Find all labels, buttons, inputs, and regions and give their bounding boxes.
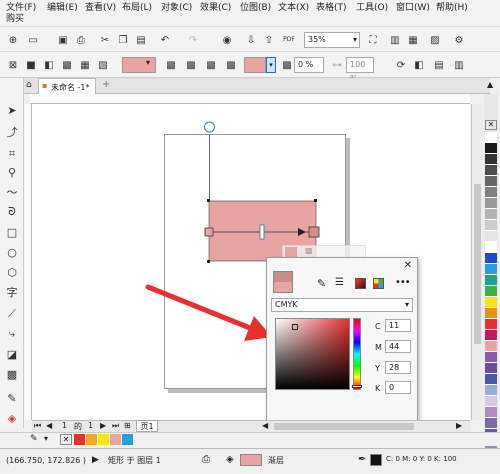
last-page-icon[interactable]: ⏭ [112, 421, 119, 431]
palette-swatch[interactable] [485, 264, 497, 275]
current-page-number: 1 [62, 421, 68, 430]
fill-indicator-swatch[interactable] [240, 454, 262, 466]
yellow-label: Y [375, 364, 380, 373]
black-label: K [375, 384, 381, 393]
document-palette-swatch[interactable] [74, 434, 85, 445]
palette-swatch[interactable] [485, 374, 497, 385]
first-page-icon[interactable]: ⏮ [34, 421, 41, 431]
status-bar: (166.750, 172.826 ) ▶ 矩形 于 图层 1 ⎙ ◈ 渐层 ✒… [0, 448, 500, 474]
color-picker-popup: ✕ ✎ ☰ ••• CMYK ▾ C 11 M 44 Y 28 K 0 [266, 257, 418, 423]
color-field[interactable] [275, 318, 350, 390]
palette-swatch[interactable] [485, 297, 497, 308]
cyan-input[interactable]: 11 [385, 319, 411, 332]
more-options-icon[interactable]: ••• [395, 277, 411, 288]
palette-swatch[interactable] [485, 209, 497, 220]
palette-swatch[interactable] [485, 341, 497, 352]
total-pages: 1 [88, 421, 94, 430]
color-model-value: CMYK [275, 300, 298, 309]
palette-swatch[interactable] [485, 286, 497, 297]
cursor-coordinates: (166.750, 172.826 ) [6, 456, 87, 465]
play-icon[interactable]: ▶ [92, 455, 99, 465]
pen-icon[interactable]: ✒ [358, 454, 366, 465]
palette-swatch[interactable] [485, 132, 497, 143]
document-palette-swatch[interactable] [122, 434, 133, 445]
printer-icon[interactable]: ⎙ [202, 454, 210, 465]
fill-name: 渐层 [268, 456, 284, 465]
magenta-input[interactable]: 44 [385, 340, 411, 353]
vertical-scrollbar[interactable] [471, 104, 483, 420]
palette-swatch[interactable] [485, 176, 497, 187]
yellow-input[interactable]: 28 [385, 361, 411, 374]
palette-swatch[interactable] [485, 220, 497, 231]
hue-slider-thumb[interactable] [352, 385, 362, 388]
palette-swatch[interactable] [485, 352, 497, 363]
page-navigation-bar: ⏮ ◀ 1 的 1 ▶ ⏭ ⊞ 页1 ◀ ▶ [32, 420, 470, 432]
color-field-cursor[interactable] [292, 324, 298, 330]
new-color-swatch [273, 282, 293, 293]
palette-swatch[interactable] [485, 418, 497, 429]
horizontal-scroll-thumb[interactable] [274, 423, 414, 430]
cyan-label: C [375, 322, 381, 331]
palette-swatch[interactable] [485, 330, 497, 341]
color-palette: ▲ ✕ [484, 80, 498, 462]
close-icon[interactable]: ✕ [404, 260, 412, 271]
palette-swatch[interactable] [485, 385, 497, 396]
palette-swatch[interactable] [485, 187, 497, 198]
chevron-down-icon: ▾ [404, 300, 409, 309]
eyedropper-icon[interactable]: ✎ [30, 434, 38, 444]
palette-swatch[interactable] [485, 275, 497, 286]
eyedropper-icon[interactable]: ✎ [317, 277, 326, 290]
outline-cmyk-readout: C: 0 M: 0 Y: 0 K: 100 [386, 455, 457, 463]
color-model-select[interactable]: CMYK ▾ [271, 298, 413, 312]
page-of-label: 的 [74, 422, 82, 431]
palette-swatch[interactable] [485, 363, 497, 374]
outline-indicator-swatch[interactable] [370, 454, 382, 466]
color-palette-icon[interactable] [373, 278, 384, 289]
palette-swatch[interactable] [485, 165, 497, 176]
annotation-arrow [145, 284, 272, 341]
object-info: 矩形 于 图层 1 [108, 456, 161, 465]
document-palette-swatch[interactable] [86, 434, 97, 445]
scroll-left-icon[interactable]: ◀ [262, 421, 268, 430]
palette-swatch[interactable] [485, 198, 497, 209]
palette-swatch[interactable] [485, 319, 497, 330]
color-viewer-icon[interactable] [355, 278, 366, 289]
original-color-swatch [273, 271, 293, 282]
document-palette-bar: ✎ ▾ ✕ [0, 432, 500, 446]
palette-scroll-up-icon[interactable]: ▲ [487, 80, 493, 89]
next-page-icon[interactable]: ▶ [100, 421, 106, 430]
palette-swatch[interactable] [485, 253, 497, 264]
palette-swatch[interactable] [485, 396, 497, 407]
document-palette-swatch[interactable] [98, 434, 109, 445]
page-tab[interactable]: 页1 [136, 420, 158, 432]
palette-swatch[interactable] [485, 154, 497, 165]
palette-swatch[interactable] [485, 143, 497, 154]
hue-slider[interactable] [352, 318, 362, 390]
no-color-swatch[interactable]: ✕ [485, 120, 497, 130]
no-color-swatch[interactable]: ✕ [60, 434, 72, 445]
chevron-down-icon[interactable]: ▾ [44, 434, 48, 443]
vertical-scroll-thumb[interactable] [474, 184, 481, 344]
palette-swatch[interactable] [485, 407, 497, 418]
scroll-right-icon[interactable]: ▶ [456, 421, 462, 430]
add-page-icon[interactable]: ⊞ [124, 421, 131, 430]
magenta-label: M [375, 343, 382, 352]
color-sliders-icon[interactable]: ☰ [335, 277, 344, 288]
palette-swatch[interactable] [485, 308, 497, 319]
black-input[interactable]: 0 [385, 381, 411, 394]
document-palette-swatch[interactable] [110, 434, 121, 445]
palette-swatch[interactable] [485, 242, 497, 253]
fill-bucket-icon[interactable]: ◈ [226, 454, 234, 465]
palette-swatch[interactable] [485, 231, 497, 242]
previous-page-icon[interactable]: ◀ [46, 421, 52, 430]
